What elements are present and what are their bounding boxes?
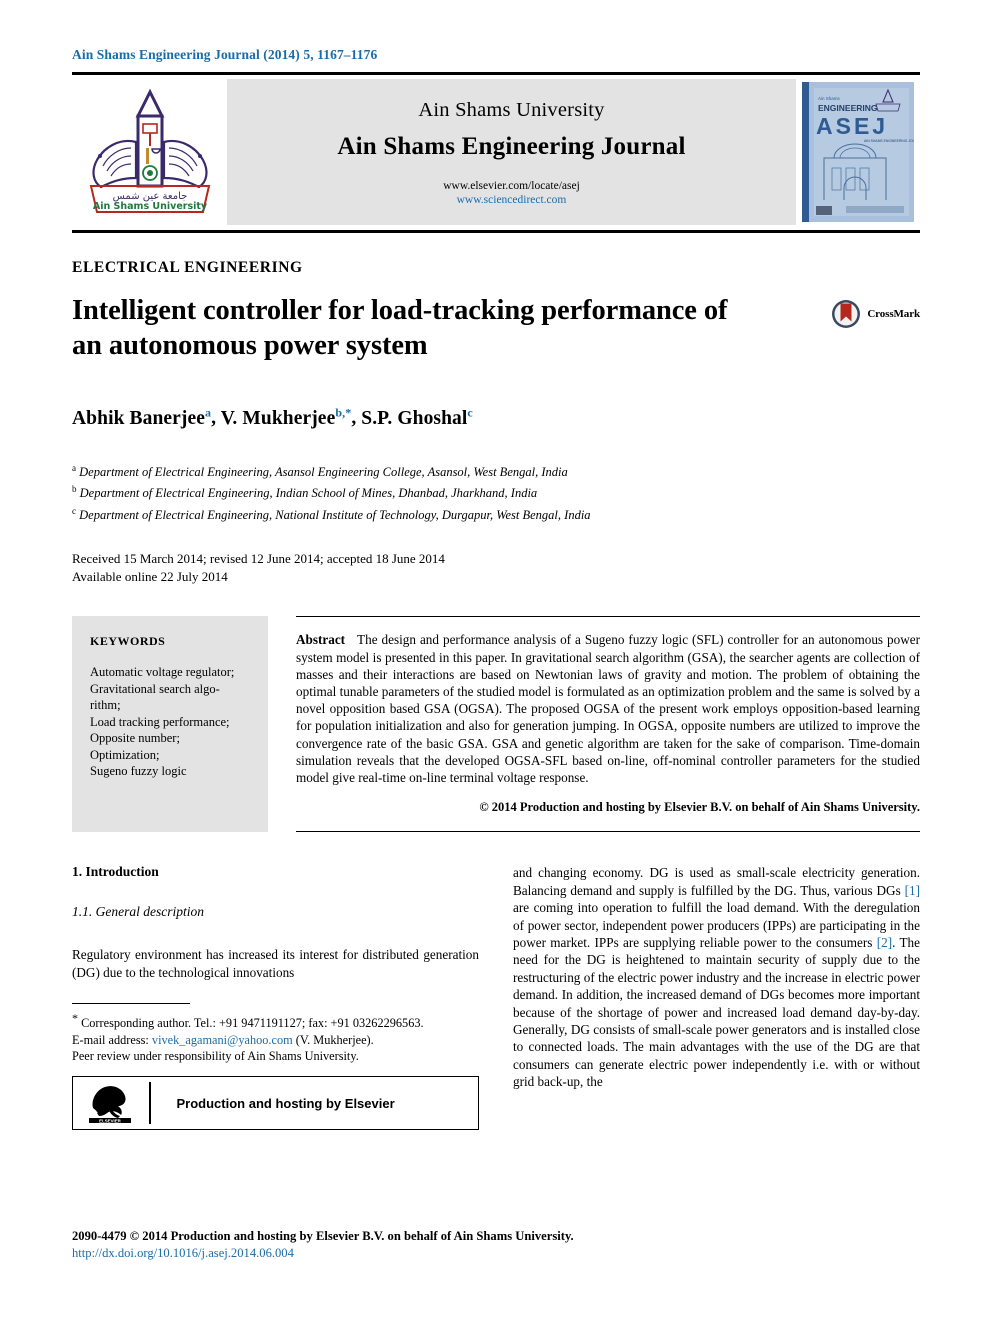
cover-acronym-sub: AIN SHAMS ENGINEERING JOURNAL [864, 139, 914, 143]
colophon: 2090-4479 © 2014 Production and hosting … [72, 1228, 920, 1262]
affiliation-item: c Department of Electrical Engineering, … [72, 505, 591, 522]
received-line: Received 15 March 2014; revised 12 June … [72, 551, 445, 567]
citation-ref-1[interactable]: [1] [905, 883, 920, 898]
keywords-list: Automatic voltage regulator; Gravitation… [90, 664, 250, 780]
affiliation-marker-a: a [72, 462, 76, 473]
masthead-center: Ain Shams University Ain Shams Engineeri… [227, 79, 796, 225]
available-online-line: Available online 22 July 2014 [72, 569, 228, 585]
corresponding-author-note: * Corresponding author. Tel.: +91 947119… [72, 1011, 424, 1031]
keywords-panel: KEYWORDS Automatic voltage regulator; Gr… [72, 616, 268, 833]
affiliation-list: a Department of Electrical Engineering, … [72, 460, 920, 525]
ain-shams-university-logo: جامعة عين شمس Ain Shams University [72, 79, 227, 225]
affiliation-marker-b: b [72, 484, 77, 495]
article-history: Received 15 March 2014; revised 12 June … [72, 550, 920, 586]
section-heading-introduction: 1. Introduction [72, 864, 159, 880]
cover-acronym: ASEJ [816, 113, 888, 139]
affiliation-item: a Department of Electrical Engineering, … [72, 462, 568, 479]
cover-subject: ENGINEERING [818, 103, 878, 113]
abstract-rule-bottom [296, 831, 920, 833]
corresponding-author-marker: * [72, 1011, 78, 1026]
colophon-issn-line: 2090-4479 © 2014 Production and hosting … [72, 1229, 574, 1243]
intro-paragraph-right: and changing economy. DG is used as smal… [513, 865, 920, 1090]
author-list: Abhik Banerjeea, V. Mukherjeeb,*, S.P. G… [72, 405, 920, 430]
elsevier-hosting-box: ELSEVIER Production and hosting by Elsev… [72, 1076, 479, 1131]
subsection-heading-general-description: 1.1. General description [72, 904, 204, 920]
keyword-item: Automatic voltage regulator; [90, 665, 235, 680]
author-3-affiliation-marker: c [467, 405, 473, 419]
header-rule-bottom [72, 230, 920, 233]
journal-cover-icon: Ain Shams ENGINEERING ASEJ AIN SHAMS ENG… [802, 82, 914, 222]
body-column-right: and changing economy. DG is used as smal… [513, 864, 920, 1130]
masthead-journal-title: Ain Shams Engineering Journal [337, 133, 686, 160]
peer-review-note: Peer review under responsibility of Ain … [72, 1049, 359, 1064]
keyword-item: Gravitational search algo- [90, 681, 220, 696]
email-note: E-mail address: vivek_agamani@yahoo.com … [72, 1032, 374, 1047]
abstract-heading: Abstract [296, 632, 346, 648]
email-link[interactable]: vivek_agamani@yahoo.com [152, 1033, 293, 1047]
author-2-affiliation-marker: b,* [335, 405, 352, 419]
body-column-left: 1. Introduction 1.1. General description… [72, 864, 479, 1131]
article-page: Ain Shams Engineering Journal (2014) 5, … [0, 0, 992, 1323]
page-content: Ain Shams Engineering Journal (2014) 5, … [72, 0, 920, 1131]
header-rule-top [72, 72, 920, 75]
footnote-block: * Corresponding author. Tel.: +91 947119… [72, 1010, 479, 1064]
crossmark-icon [832, 300, 861, 328]
journal-masthead: جامعة عين شمس Ain Shams University Ain S… [72, 79, 920, 225]
keywords-heading: KEYWORDS [90, 634, 166, 649]
elsevier-hosting-caption: Production and hosting by Elsevier [176, 1095, 395, 1111]
affiliation-marker-c: c [72, 505, 76, 516]
footnote-rule [72, 1003, 190, 1005]
author-sep-2: , [351, 407, 362, 429]
abstract-block: KEYWORDS Automatic voltage regulator; Gr… [72, 616, 920, 833]
journal-cover-thumbnail: Ain Shams ENGINEERING ASEJ AIN SHAMS ENG… [796, 79, 920, 225]
abstract-column: Abstract The design and performance anal… [268, 616, 920, 833]
elsevier-logo-icon: ELSEVIER [89, 1086, 131, 1124]
author-3: S.P. Ghoshalc [361, 405, 473, 429]
elsevier-divider [149, 1082, 151, 1125]
cover-top-label: Ain Shams [818, 96, 841, 101]
colophon-doi-link[interactable]: http://dx.doi.org/10.1016/j.asej.2014.06… [72, 1245, 920, 1262]
elsevier-wordmark: ELSEVIER [99, 1119, 122, 1124]
crest-latin-caption: Ain Shams University [92, 201, 207, 212]
affiliation-item: b Department of Electrical Engineering, … [72, 484, 538, 501]
keyword-item: Optimization; [90, 747, 160, 762]
keyword-item: Opposite number; [90, 731, 180, 746]
masthead-sciencedirect-url[interactable]: www.sciencedirect.com [457, 193, 567, 207]
keyword-item: Load tracking performance; [90, 714, 230, 729]
citation-ref-2[interactable]: [2] [877, 935, 892, 950]
keyword-item: Sugeno fuzzy logic [90, 764, 187, 779]
abstract-copyright: © 2014 Production and hosting by Elsevie… [479, 800, 920, 815]
crossmark-badge[interactable]: CrossMark [831, 299, 920, 329]
author-2: V. Mukherjeeb,* [220, 405, 352, 429]
crossmark-label: CrossMark [867, 308, 920, 320]
title-row: Intelligent controller for load-tracking… [72, 293, 920, 363]
abstract-body: The design and performance analysis of a… [296, 632, 920, 786]
abstract-rule-top [296, 616, 920, 618]
page-title: Intelligent controller for load-tracking… [72, 295, 728, 361]
author-1: Abhik Banerjeea [72, 405, 212, 429]
running-head: Ain Shams Engineering Journal (2014) 5, … [72, 47, 378, 62]
author-sep-1: , [211, 407, 221, 429]
keyword-item: rithm; [90, 698, 121, 713]
masthead-university: Ain Shams University [418, 99, 605, 121]
subject-section-label: ELECTRICAL ENGINEERING [72, 259, 303, 276]
body-columns: 1. Introduction 1.1. General description… [72, 864, 920, 1131]
masthead-locate-url[interactable]: www.elsevier.com/locate/asej [443, 179, 580, 193]
university-crest-icon: جامعة عين شمس Ain Shams University [89, 88, 210, 213]
intro-paragraph-left: Regulatory environment has increased its… [72, 947, 479, 980]
abstract-text: Abstract The design and performance anal… [296, 631, 920, 786]
